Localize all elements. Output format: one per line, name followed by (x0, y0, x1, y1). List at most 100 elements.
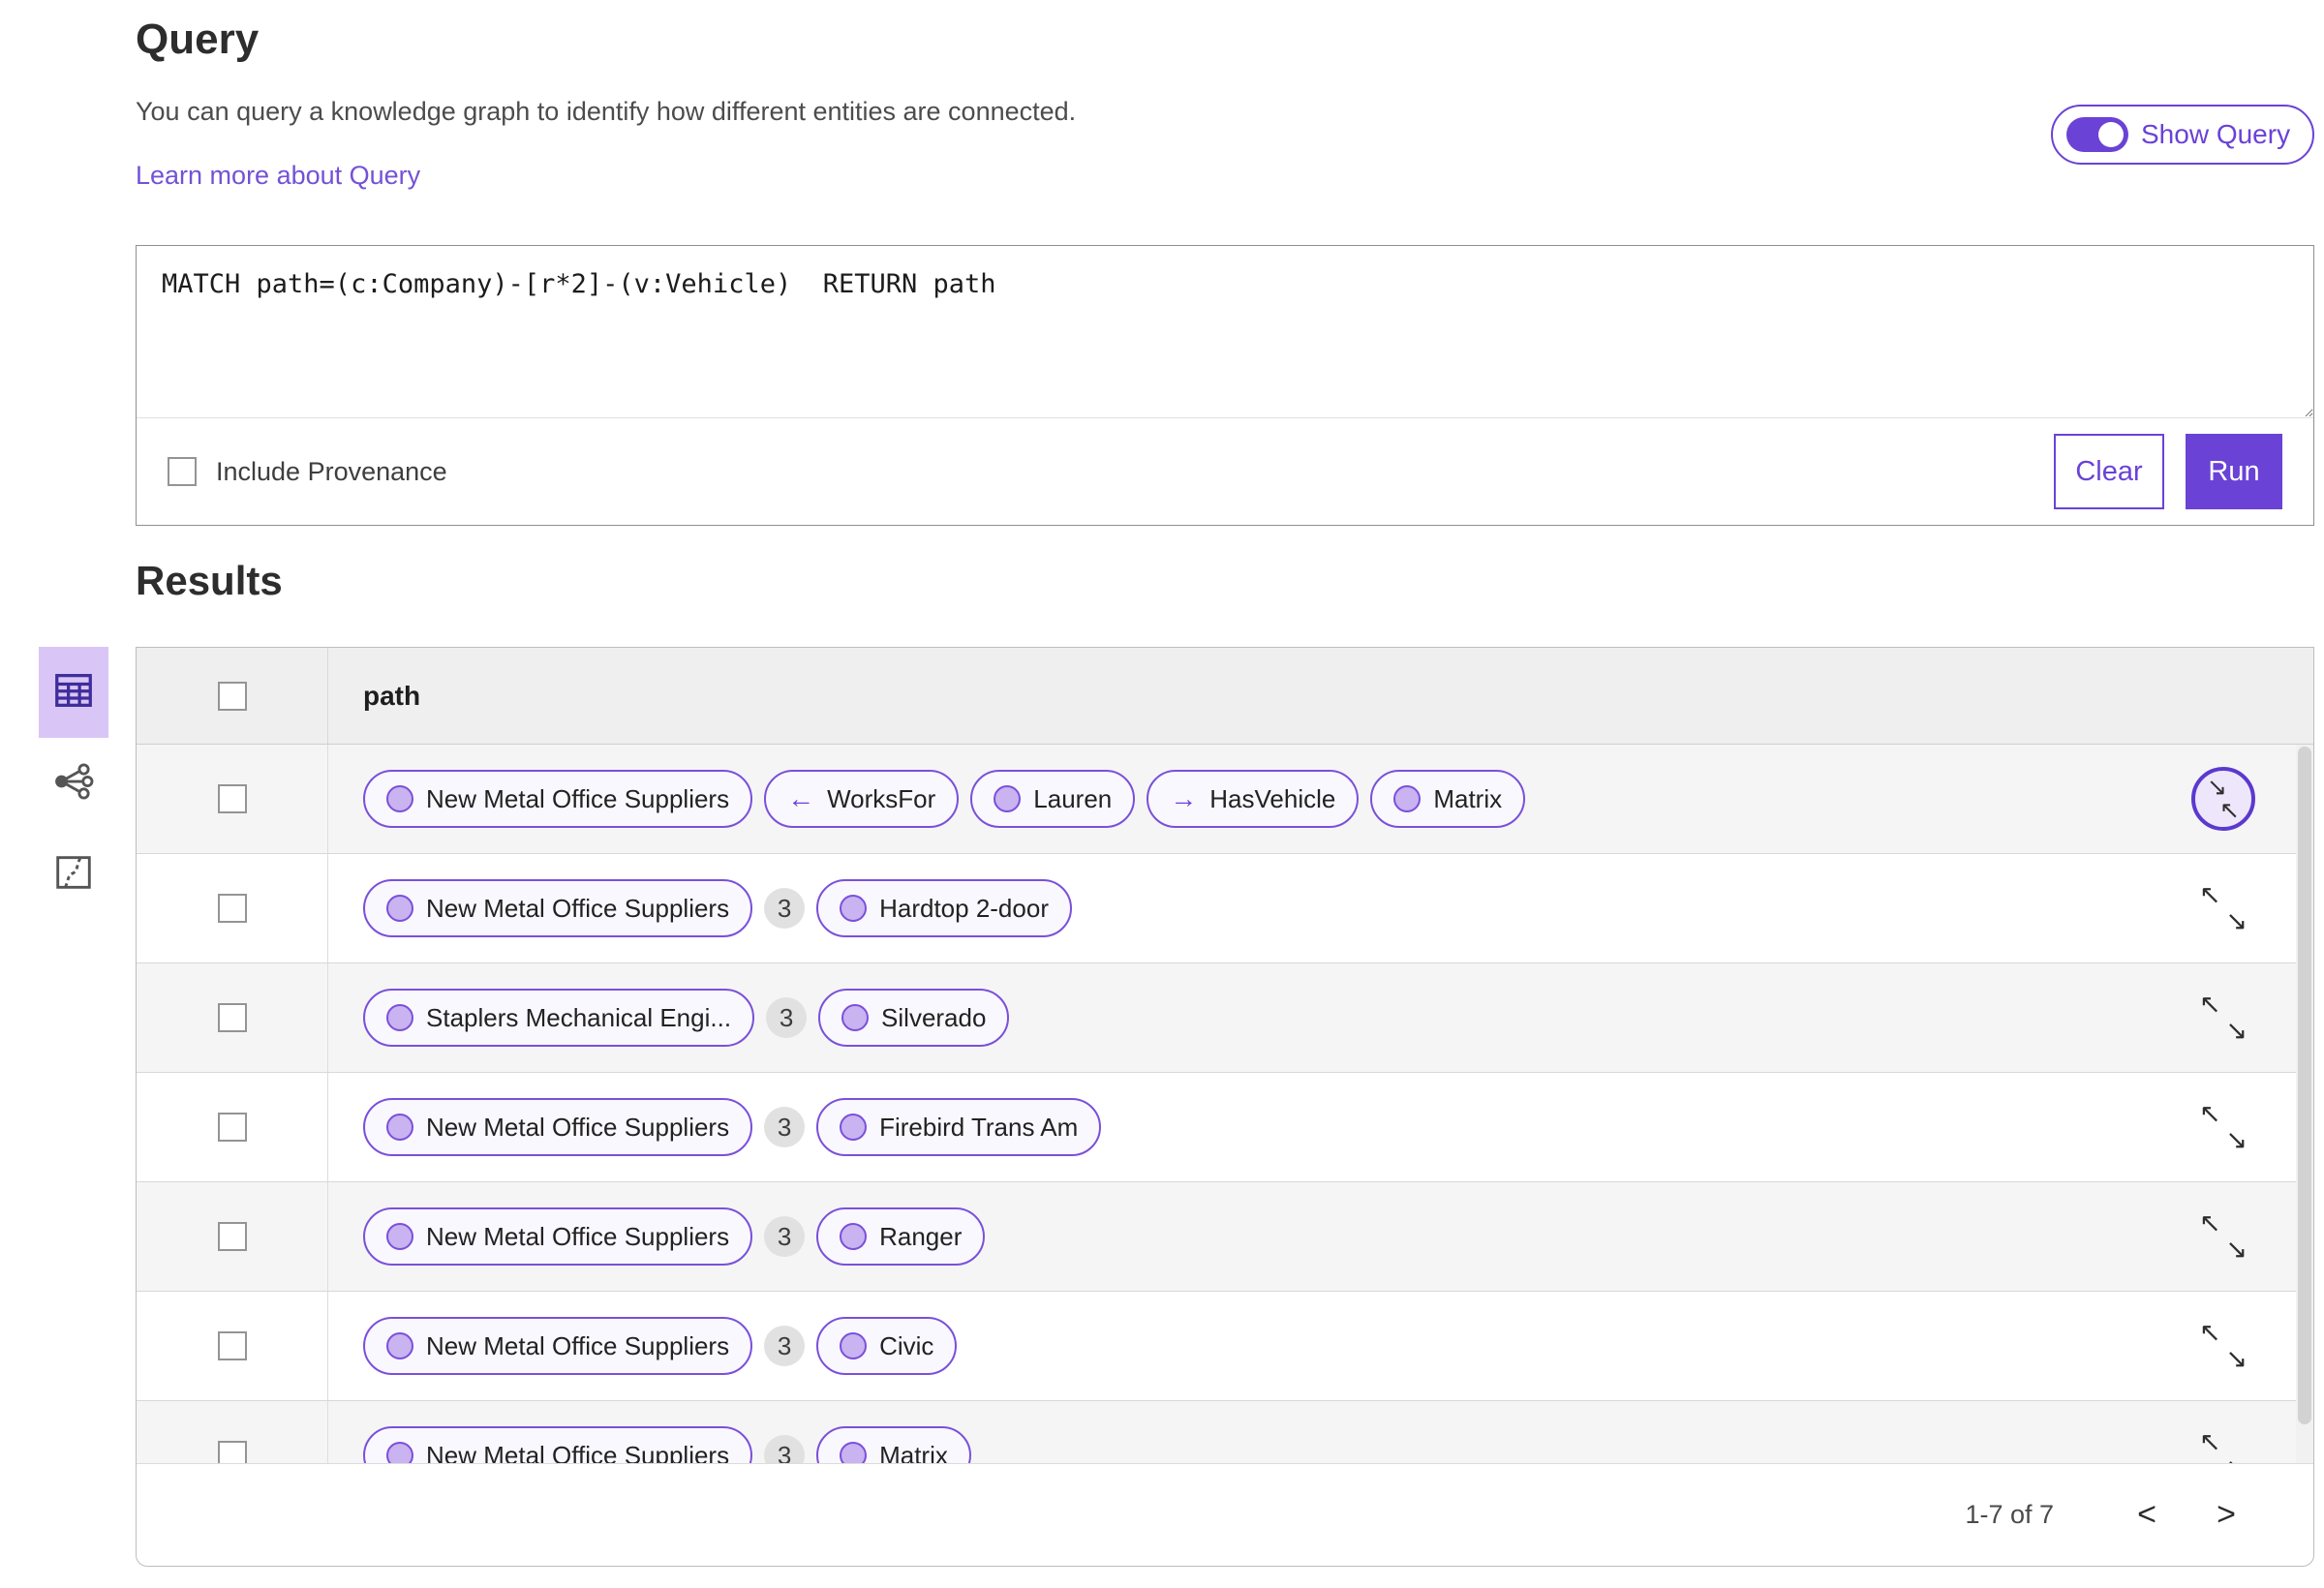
pill-label: New Metal Office Suppliers (426, 783, 730, 813)
pill-label: Matrix (1433, 783, 1503, 813)
row-checkbox[interactable] (217, 1003, 247, 1032)
toggle-switch-icon[interactable] (2066, 117, 2128, 152)
entity-pill[interactable]: Civic (816, 1317, 958, 1375)
expand-row-button[interactable]: ↖↘ (2199, 880, 2248, 935)
expand-row-button[interactable]: ↖↘ (2199, 1427, 2248, 1463)
path-cell: New Metal Office Suppliers 3 Firebird Tran… (328, 1073, 2151, 1181)
show-query-toggle[interactable]: Show Query (2051, 105, 2314, 165)
collapsed-relationships-count[interactable]: 3 (764, 1107, 806, 1147)
pill-label: WorksFor (827, 783, 936, 813)
collapse-row-button[interactable]: ↘ ↖ (2191, 767, 2255, 831)
entity-pill[interactable]: Hardtop 2-door (816, 879, 1072, 937)
expand-cell: ↖↘ (2151, 854, 2296, 962)
scrollbar-thumb[interactable] (2298, 747, 2311, 1424)
map-icon (51, 850, 96, 900)
select-all-cell (137, 648, 328, 744)
pill-label: New Metal Office Suppliers (426, 893, 730, 923)
path-cell: Staplers Mechanical Engi... 3 Silverado (328, 963, 2151, 1072)
run-button[interactable]: Run (2186, 434, 2282, 509)
entity-node-icon (1393, 785, 1422, 812)
entity-pill[interactable]: Staplers Mechanical Engi... (363, 989, 755, 1047)
row-checkbox[interactable] (217, 1331, 247, 1360)
path-column-header: path (363, 680, 421, 711)
row-checkbox[interactable] (217, 1113, 247, 1142)
table-footer: 1-7 of 7 < > (137, 1463, 2313, 1566)
entity-node-icon (386, 895, 413, 922)
link-chart-icon (51, 759, 96, 809)
entity-pill[interactable]: New Metal Office Suppliers (363, 1207, 753, 1266)
pill-label: HasVehicle (1209, 783, 1336, 813)
collapsed-relationships-count[interactable]: 3 (764, 1326, 806, 1366)
entity-pill[interactable]: Ranger (816, 1207, 986, 1266)
entity-pill[interactable]: Lauren (970, 770, 1136, 828)
collapsed-relationships-count[interactable]: 3 (764, 1216, 806, 1257)
table-row: New Metal Office Suppliers ← WorksFor Laure… (137, 745, 2313, 854)
query-input[interactable]: MATCH path=(c:Company)-[r*2]-(v:Vehicle)… (137, 246, 2313, 418)
row-checkbox[interactable] (217, 1441, 247, 1463)
page-title: Query (136, 15, 260, 63)
entity-pill[interactable]: New Metal Office Suppliers (363, 1317, 753, 1375)
table-icon (51, 668, 96, 718)
next-page-button[interactable]: > (2195, 1484, 2257, 1546)
pill-label: New Metal Office Suppliers (426, 1112, 730, 1142)
toggle-knob (2098, 122, 2124, 147)
table-row: New Metal Office Suppliers 3 Firebird Tran… (137, 1073, 2313, 1182)
arrow-se-icon: ↘ (2225, 906, 2248, 935)
expand-row-button[interactable]: ↖↘ (2199, 990, 2248, 1045)
relationship-pill[interactable]: → HasVehicle (1147, 770, 1360, 828)
sidebar-item-link-chart-view[interactable] (39, 738, 108, 829)
expand-cell: ↘ ↖ (2151, 745, 2296, 853)
entity-pill[interactable]: Silverado (818, 989, 1010, 1047)
entity-pill[interactable]: New Metal Office Suppliers (363, 1426, 753, 1464)
select-all-checkbox[interactable] (217, 681, 247, 711)
row-checkbox[interactable] (217, 784, 247, 813)
arrow-se-icon: ↘ (2225, 1125, 2248, 1154)
entity-pill[interactable]: Matrix (1370, 770, 1526, 828)
collapsed-relationships-count[interactable]: 3 (766, 997, 808, 1038)
page-description: You can query a knowledge graph to ident… (136, 97, 1077, 126)
vertical-scrollbar[interactable] (2296, 745, 2313, 1463)
expand-row-button[interactable]: ↖↘ (2199, 1318, 2248, 1373)
entity-pill[interactable]: Firebird Trans Am (816, 1098, 1102, 1156)
entity-node-icon (386, 1114, 413, 1141)
arrow-right-icon: → (1170, 783, 1198, 813)
entity-pill[interactable]: Matrix (816, 1426, 971, 1463)
pill-label: Silverado (881, 1002, 987, 1032)
query-panel: MATCH path=(c:Company)-[r*2]-(v:Vehicle)… (136, 245, 2314, 526)
expand-row-button[interactable]: ↖↘ (2199, 1208, 2248, 1264)
pill-label: Firebird Trans Am (879, 1112, 1079, 1142)
previous-page-button[interactable]: < (2116, 1484, 2178, 1546)
relationship-pill[interactable]: ← WorksFor (764, 770, 960, 828)
sidebar-item-table-view[interactable] (39, 647, 108, 738)
entity-node-icon (386, 785, 413, 812)
entity-node-icon (841, 1004, 870, 1031)
entity-node-icon (386, 1223, 413, 1250)
row-checkbox[interactable] (217, 894, 247, 923)
collapsed-relationships-count[interactable]: 3 (764, 888, 806, 929)
include-provenance-checkbox[interactable] (168, 457, 197, 486)
entity-pill[interactable]: New Metal Office Suppliers (363, 770, 753, 828)
arrow-se-icon: ↘ (2225, 1235, 2248, 1264)
view-switcher-rail (39, 647, 108, 920)
table-row: New Metal Office Suppliers 3 Hardtop 2-doo… (137, 854, 2313, 963)
table-row: Staplers Mechanical Engi... 3 Silverado ↖ ↘ (137, 963, 2313, 1073)
pill-label: Civic (879, 1330, 934, 1360)
expand-row-button[interactable]: ↖↘ (2199, 1099, 2248, 1154)
sidebar-item-map-view[interactable] (39, 829, 108, 920)
path-cell: New Metal Office Suppliers 3 Hardtop 2-doo… (328, 854, 2151, 962)
table-row: New Metal Office Suppliers 3 Ranger ↖ ↘ (137, 1182, 2313, 1292)
entity-node-icon (840, 1114, 868, 1141)
table-body: New Metal Office Suppliers ← WorksFor Laure… (137, 745, 2313, 1463)
arrow-nw-icon: ↖ (2199, 1427, 2221, 1456)
learn-more-link[interactable]: Learn more about Query (136, 161, 420, 191)
clear-button[interactable]: Clear (2054, 434, 2164, 509)
row-checkbox[interactable] (217, 1222, 247, 1251)
entity-pill[interactable]: New Metal Office Suppliers (363, 879, 753, 937)
pill-label: Matrix (879, 1440, 948, 1464)
arrow-se-icon: ↘ (2225, 1344, 2248, 1373)
collapsed-relationships-count[interactable]: 3 (764, 1435, 806, 1463)
entity-pill[interactable]: New Metal Office Suppliers (363, 1098, 753, 1156)
pill-label: New Metal Office Suppliers (426, 1440, 730, 1464)
arrow-se-icon: ↘ (2225, 1016, 2248, 1045)
arrow-nw-icon: ↖ (2199, 990, 2221, 1019)
